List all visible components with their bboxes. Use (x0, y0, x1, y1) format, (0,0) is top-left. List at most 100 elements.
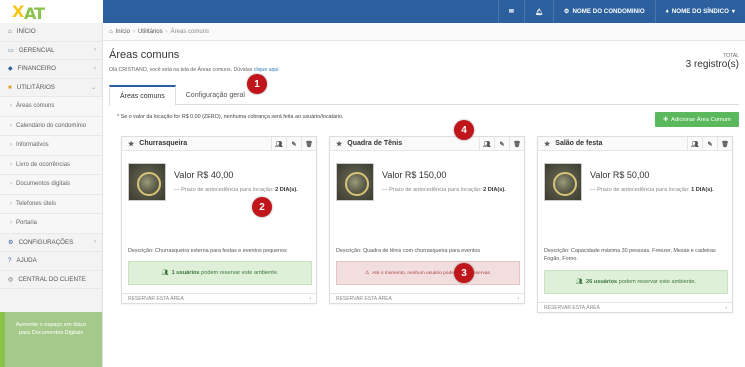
sidebar-sub-calendario[interactable]: Calendário do condomínio (0, 116, 102, 136)
users-icon[interactable]: 👥︎ (479, 137, 494, 151)
monitor-icon: ▭ (8, 46, 14, 54)
star-icon: ★ (544, 140, 551, 148)
status-alert: 👥︎ 1 usuários podem reservar este ambient… (128, 261, 312, 285)
star-icon: ★ (128, 140, 135, 148)
warning-icon: ⚠ (364, 270, 370, 276)
star-icon: ★ (336, 140, 343, 148)
gears-icon: ⚙ (8, 238, 14, 246)
plus-icon: ✚ (663, 116, 668, 123)
annotation-badge-4: 4 (454, 120, 474, 140)
sidebar-sub-portaria[interactable]: Portaria (0, 214, 102, 234)
sidebar-sub-livro-ocorrencias[interactable]: Livro de ocorrências (0, 155, 102, 175)
chevron-right-icon: › (725, 304, 727, 311)
tabs: Áreas comuns Configuração geral (109, 85, 739, 106)
area-card-salao-festa: ★ Salão de festa 👥︎ ✎ 🗑︎ Valor R$ 50,00 … (537, 136, 733, 313)
area-photo (336, 163, 374, 201)
sidebar-item-ajuda[interactable]: ? AJUDA (0, 252, 102, 271)
main-content: ⌂ Início › Utilitários › Áreas comuns Ár… (103, 23, 745, 367)
status-alert: 👥︎ 26 usuários podem reservar este ambien… (544, 270, 728, 294)
mail-icon: ✉ (508, 8, 515, 15)
users-icon[interactable]: 👥︎ (687, 137, 702, 151)
annotation-badge-3: 3 (454, 263, 474, 283)
sidebar-sub-telefones[interactable]: Telefones úteis (0, 194, 102, 214)
add-area-button[interactable]: ✚ Adicionar Área Comum (655, 112, 739, 127)
trash-icon[interactable]: 🗑︎ (301, 137, 316, 151)
annotation-badge-1: 1 (247, 74, 267, 94)
notifications-button[interactable]: 🔔︎ (524, 0, 553, 23)
logo[interactable]: AT X (0, 0, 103, 23)
cog-icon: ⚙ (563, 8, 570, 15)
area-card-churrasqueira: ★ Churrasqueira 👥︎ ✎ 🗑︎ Valor R$ 40,00 —… (121, 136, 317, 304)
area-description: Descrição: Capacidade máxima 30 pessoas.… (544, 248, 716, 263)
sidebar-item-inicio[interactable]: ⌂ INÍCIO (0, 23, 102, 42)
area-name: Salão de festa (555, 140, 603, 147)
area-name: Quadra de Tênis (347, 140, 403, 147)
bell-icon: 🔔︎ (535, 8, 543, 16)
welcome-text: Olá CRISTIANO, você está na tela de Área… (109, 67, 279, 73)
breadcrumb-current: Áreas comuns (170, 28, 209, 35)
chevron-right-icon: › (517, 295, 519, 302)
trash-icon[interactable]: 🗑︎ (717, 137, 732, 151)
page-title: Áreas comuns (109, 49, 180, 61)
sidebar-item-utilitarios[interactable]: ■ UTILITÁRIOS ⌄ (0, 79, 102, 97)
reserve-link[interactable]: RESERVAR ESTA ÁREA › (330, 293, 524, 303)
sidebar-sub-informativos[interactable]: Informativos (0, 136, 102, 156)
reserve-link[interactable]: RESERVAR ESTA ÁREA › (538, 302, 732, 312)
area-price: Valor R$ 150,00 (382, 170, 447, 180)
chevron-right-icon: › (309, 295, 311, 302)
user-name: NOME DO SÍNDICO (671, 8, 729, 15)
users-icon[interactable]: 👥︎ (271, 137, 286, 151)
area-name: Churrasqueira (139, 140, 188, 147)
chevron-left-icon: ‹ (94, 65, 96, 72)
trash-icon[interactable]: 🗑︎ (509, 137, 524, 151)
disk-space-promo[interactable]: Aumente o espaço em disco para Documento… (0, 312, 102, 367)
pricing-note: * Se o valor da locação for R$ 0,00 (ZER… (117, 114, 344, 120)
home-icon: ⌂ (109, 28, 113, 35)
chevron-left-icon: ‹ (94, 47, 96, 54)
area-photo (544, 163, 582, 201)
top-bar: AT X ✉ 🔔︎ ⚙ NOME DO CONDOMINIO ♦ NOME DO SÍ… (0, 0, 745, 23)
mail-button[interactable]: ✉ (497, 0, 524, 23)
area-description: Descrição: Quadra de tênis com churrasqu… (336, 248, 481, 254)
area-prazo: — Prazo de antecedência para locação: 2 … (382, 187, 506, 193)
annotation-badge-2: 2 (252, 197, 272, 217)
top-nav: ✉ 🔔︎ ⚙ NOME DO CONDOMINIO ♦ NOME DO SÍNDIC… (497, 0, 745, 23)
edit-icon[interactable]: ✎ (494, 137, 509, 151)
area-price: Valor R$ 50,00 (590, 170, 650, 180)
breadcrumb-utilitarios[interactable]: Utilitários (138, 29, 163, 35)
breadcrumb-inicio[interactable]: Início (116, 29, 130, 35)
sidebar-sub-documentos[interactable]: Documentos digitais (0, 175, 102, 195)
sidebar-item-financeiro[interactable]: ◆ FINANCEIRO ‹ (0, 60, 102, 79)
area-price: Valor R$ 40,00 (174, 170, 234, 180)
area-prazo: — Prazo de antecedência para locação: 2 … (174, 187, 298, 193)
tab-areas-comuns[interactable]: Áreas comuns (109, 85, 176, 106)
tag-icon: ◆ (8, 65, 13, 73)
condominio-name: NOME DO CONDOMINIO (572, 8, 645, 15)
edit-icon[interactable]: ✎ (702, 137, 717, 151)
tab-configuracao-geral[interactable]: Configuração geral (176, 85, 255, 105)
condominio-menu[interactable]: ⚙ NOME DO CONDOMINIO (552, 0, 655, 23)
area-photo (128, 163, 166, 201)
breadcrumb: ⌂ Início › Utilitários › Áreas comuns (103, 23, 745, 41)
status-alert: ⚠ Até o momento, nenhum usuário pode efet… (336, 261, 520, 285)
sidebar-item-gerencial[interactable]: ▭ GERENCIAL ‹ (0, 42, 102, 60)
edit-icon[interactable]: ✎ (286, 137, 301, 151)
globe-icon: ◎ (8, 275, 14, 283)
area-card-quadra-tenis: ★ Quadra de Tênis 👥︎ ✎ 🗑︎ Valor R$ 150,0… (329, 136, 525, 304)
sidebar-item-central-cliente[interactable]: ◎ CENTRAL DO CLIENTE (0, 271, 102, 289)
help-link[interactable]: clique aqui (254, 67, 279, 73)
total-count: TOTAL 3 registro(s) (685, 53, 739, 70)
chevron-left-icon: ‹ (94, 239, 96, 246)
users-icon: 👥︎ (575, 279, 584, 285)
home-icon: ⌂ (8, 28, 12, 36)
sidebar: ⌂ INÍCIO ▭ GERENCIAL ‹ ◆ FINANCEIRO ‹ ■ UTILIT… (0, 23, 103, 367)
sidebar-sub-areas-comuns[interactable]: Áreas comuns (0, 97, 102, 117)
reserve-link[interactable]: RESERVAR ESTA ÁREA › (122, 293, 316, 303)
users-icon: 👥︎ (161, 270, 169, 276)
user-menu[interactable]: ♦ NOME DO SÍNDICO ▾ (654, 0, 745, 23)
area-prazo: — Prazo de antecedência para locação: 1 … (590, 187, 714, 193)
user-icon: ♦ (665, 8, 669, 15)
chevron-down-icon: ▾ (731, 8, 735, 15)
briefcase-icon: ■ (8, 83, 12, 91)
sidebar-item-configuracoes[interactable]: ⚙ CONFIGURAÇÕES ‹ (0, 234, 102, 252)
